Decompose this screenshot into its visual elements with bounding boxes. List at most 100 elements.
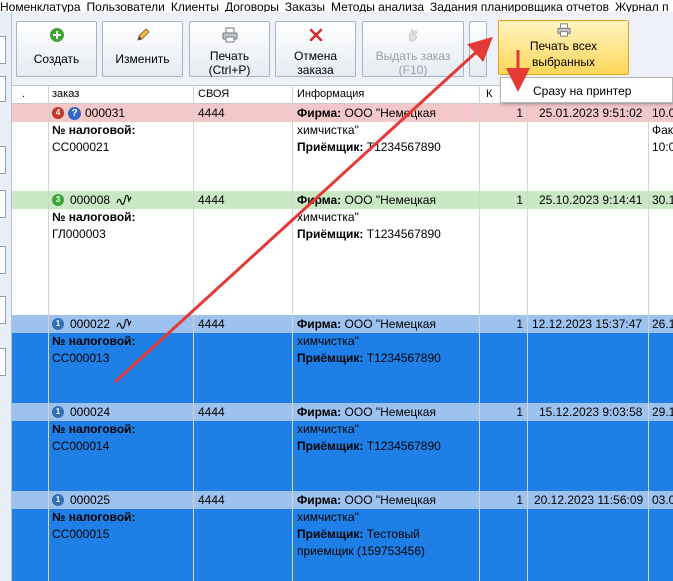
print-all-selected-button[interactable]: Печать всех выбранных: [498, 20, 629, 75]
date-value: 20.12.2023 11:56:09: [534, 493, 644, 507]
cancel-order-label-1: Отмена: [293, 49, 338, 63]
svoya-value: 4444: [198, 405, 225, 419]
tax-label: № налоговой:: [52, 334, 136, 348]
qty-value: 1: [516, 193, 523, 207]
firm-info-line2: химчистка": [297, 334, 359, 348]
firm-info: Фирма: ООО "Немецкая: [297, 193, 436, 207]
left-panel-control[interactable]: [0, 76, 6, 102]
tax-label: № налоговой:: [52, 210, 136, 224]
receiver-info: Приёмщик: T1234567890: [297, 439, 441, 453]
plus-circle-icon: [17, 27, 96, 49]
issue-order-label-1: Выдать заказ: [375, 49, 451, 63]
print-dropdown-menu: Сразу на принтер: [500, 77, 673, 103]
column-header-marker[interactable]: .: [22, 88, 25, 100]
tax-value: ГЛ000003: [52, 227, 106, 241]
menu-item-journal[interactable]: Журнал п: [615, 1, 673, 12]
edit-button-label: Изменить: [115, 52, 170, 66]
status-badge: 1: [52, 318, 64, 330]
issue-order-button[interactable]: Выдать заказ (F10): [362, 21, 464, 77]
left-panel-control[interactable]: [0, 246, 6, 274]
qty-value: 1: [516, 317, 523, 331]
firm-info: Фирма: ООО "Немецкая: [297, 493, 436, 507]
column-header-order[interactable]: заказ: [52, 88, 79, 100]
signature-icon: [116, 319, 132, 329]
toolbar: Создать Изменить Печать (Ctrl+P) Отмена …: [12, 12, 673, 86]
tax-label: № налоговой:: [52, 422, 136, 436]
svoya-value: 4444: [198, 493, 225, 507]
edit-button[interactable]: Изменить: [102, 21, 183, 77]
tax-label: № налоговой:: [52, 123, 136, 137]
receiver-info-line2: приемщик (159753456): [297, 544, 426, 558]
extra-value: 29.1: [652, 405, 673, 419]
column-header-info[interactable]: Информация: [297, 88, 364, 100]
firm-info-line2: химчистка": [297, 123, 359, 137]
svoya-value: 4444: [198, 106, 225, 120]
svoya-value: 4444: [198, 317, 225, 331]
menu-bar: Номенклатура Пользователи Клиенты Договоры З…: [0, 0, 673, 12]
left-panel-strip: [0, 12, 12, 581]
left-panel-control[interactable]: [0, 36, 6, 64]
extra-value: 10.0: [652, 106, 673, 120]
left-panel-control[interactable]: [0, 190, 6, 218]
table-row-selected[interactable]: 1 000025 4444 Фирма: ООО "Немецкая 1 20.…: [12, 491, 673, 581]
date-value: 15.12.2023 9:03:58: [539, 405, 643, 419]
extra-value: 30.1: [652, 193, 673, 207]
column-divider: [527, 86, 528, 581]
table-row-selected[interactable]: 1 000022 4444 Фирма: ООО "Немецкая 1 12.…: [12, 315, 673, 403]
column-header-svoya[interactable]: СВОЯ: [198, 88, 229, 100]
column-header-qty[interactable]: К: [486, 88, 492, 100]
table-row[interactable]: 3 000008 4444 Фирма: ООО "Немецкая 1 25.…: [12, 191, 673, 315]
order-number: 000031: [85, 106, 126, 120]
table-row[interactable]: 4 ? 000031 4444 Фирма: ООО "Немецкая 1 2…: [12, 104, 673, 196]
hand-icon: [363, 27, 463, 49]
left-panel-control[interactable]: [0, 296, 6, 324]
menu-item-contracts[interactable]: Договоры: [225, 1, 285, 12]
menu-item-nomenclature[interactable]: Номенклатура: [0, 1, 87, 12]
tax-value: СС000013: [52, 351, 110, 365]
cancel-order-button[interactable]: Отмена заказа: [275, 21, 356, 77]
status-badge: 1: [52, 494, 64, 506]
red-x-icon: [276, 27, 355, 49]
menu-item-orders[interactable]: Заказы: [285, 1, 331, 12]
status-badge: 4: [52, 107, 64, 119]
printer-icon: [499, 23, 628, 37]
extra-value: Фак: [652, 123, 673, 137]
receiver-info: Приёмщик: T1234567890: [297, 140, 441, 154]
column-divider: [48, 86, 49, 581]
print-button-label-1: Печать: [209, 49, 250, 63]
firm-info: Фирма: ООО "Немецкая: [297, 317, 436, 331]
extra-value: 10:0: [652, 140, 673, 154]
order-number: 000025: [70, 493, 111, 507]
menu-item-print-direct[interactable]: Сразу на принтер: [533, 84, 631, 98]
left-panel-control[interactable]: [0, 146, 6, 174]
menu-item-analysis-methods[interactable]: Методы анализа: [331, 1, 430, 12]
menu-item-scheduler-tasks[interactable]: Задания планировщика отчетов: [430, 1, 615, 12]
toolbar-separator-button: [469, 21, 487, 77]
tax-value: СС000015: [52, 527, 110, 541]
issue-order-label-2: (F10): [398, 63, 428, 77]
create-button-label: Создать: [33, 52, 80, 66]
firm-info: Фирма: ООО "Немецкая: [297, 106, 436, 120]
qty-value: 1: [516, 106, 523, 120]
signature-icon: [116, 195, 132, 205]
tax-value: СС000014: [52, 439, 110, 453]
table-row-selected[interactable]: 1 000024 4444 Фирма: ООО "Немецкая 1 15.…: [12, 403, 673, 491]
qty-value: 1: [516, 405, 523, 419]
extra-value: 03.0: [652, 493, 673, 507]
order-number: 000024: [70, 405, 111, 419]
print-button[interactable]: Печать (Ctrl+P): [189, 21, 270, 77]
menu-item-clients[interactable]: Клиенты: [171, 1, 225, 12]
date-value: 25.01.2023 9:51:02: [539, 106, 643, 120]
firm-info-line2: химчистка": [297, 422, 359, 436]
column-divider: [292, 86, 293, 581]
create-button[interactable]: Создать: [16, 21, 97, 77]
menu-item-users[interactable]: Пользователи: [87, 1, 171, 12]
left-panel-control[interactable]: [0, 348, 6, 376]
firm-info-line2: химчистка": [297, 510, 359, 524]
column-divider: [193, 86, 194, 581]
column-divider: [479, 86, 480, 581]
receiver-info: Приёмщик: Тестовый: [297, 527, 420, 541]
receiver-info: Приёмщик: T1234567890: [297, 227, 441, 241]
cancel-order-label-2: заказа: [297, 63, 334, 77]
status-badge: 1: [52, 406, 64, 418]
